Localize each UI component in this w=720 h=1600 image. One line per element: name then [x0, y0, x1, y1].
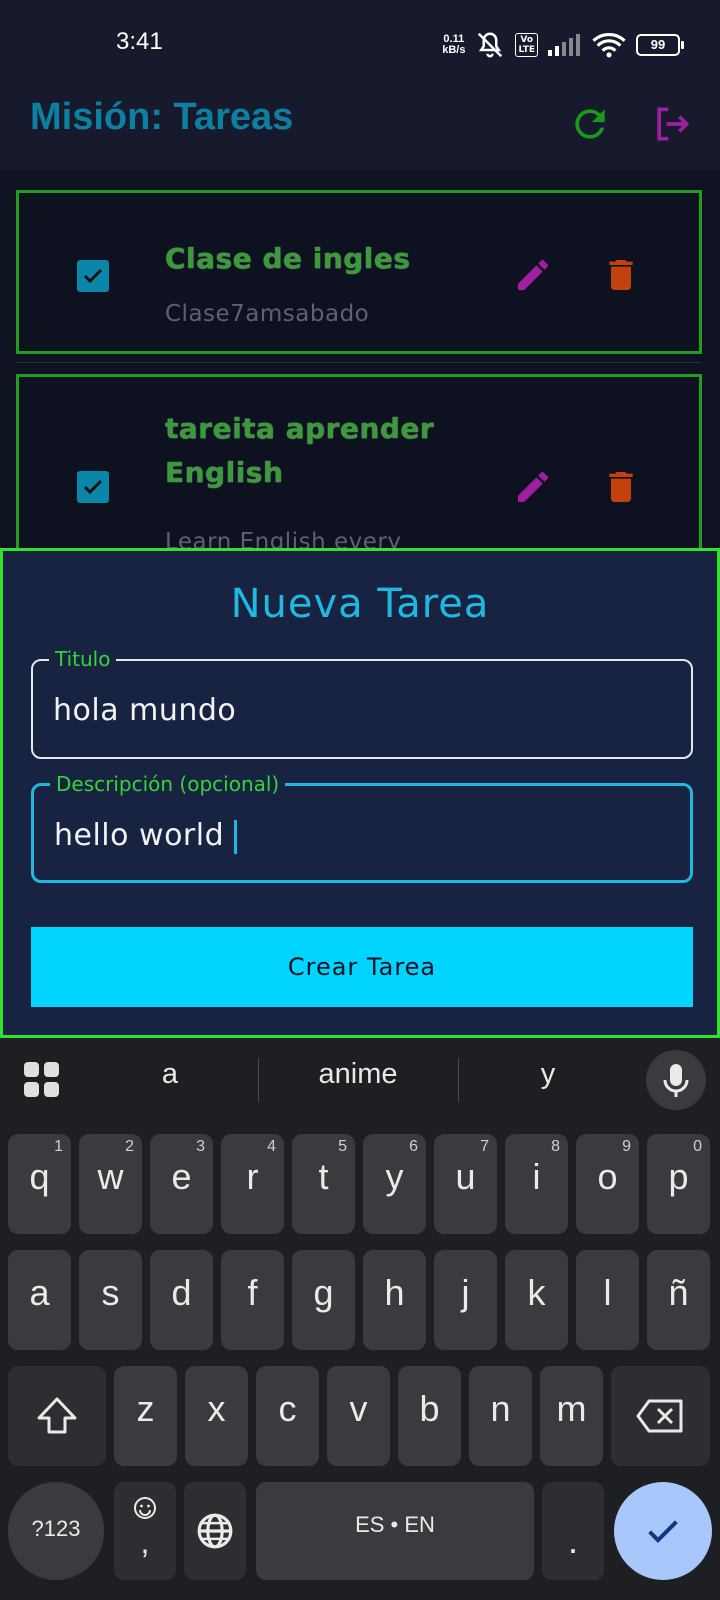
app-bar: Misión: Tareas — [0, 88, 720, 170]
globe-icon — [197, 1513, 233, 1549]
title-field[interactable]: Titulo hola mundo — [31, 647, 693, 759]
apps-grid-icon[interactable] — [24, 1062, 60, 1098]
key-s[interactable]: s — [79, 1250, 142, 1350]
pencil-icon — [518, 259, 549, 290]
description-field-value: hello world — [54, 818, 225, 853]
space-key[interactable]: ES • EN — [256, 1482, 534, 1580]
title-field-label: Titulo — [49, 647, 117, 671]
check-icon — [83, 268, 103, 284]
delete-button[interactable] — [601, 467, 641, 507]
microphone-icon — [663, 1064, 689, 1097]
key-i[interactable]: 8i — [505, 1134, 568, 1234]
language-key[interactable] — [184, 1482, 246, 1580]
task-card[interactable]: tareita aprender English Learn English e… — [16, 374, 702, 574]
wifi-icon — [592, 33, 626, 58]
task-title: Clase de ingles — [165, 242, 411, 275]
task-description: Clase7amsabado — [165, 301, 370, 327]
suggestion[interactable]: anime — [288, 1058, 428, 1091]
description-field[interactable]: Descripción (opcional) hello world — [31, 772, 693, 883]
delete-button[interactable] — [601, 255, 641, 295]
shift-icon — [37, 1397, 77, 1434]
key-v[interactable]: v — [327, 1366, 390, 1466]
description-field-label: Descripción (opcional) — [50, 772, 286, 796]
voice-input-button[interactable] — [646, 1050, 706, 1110]
volte-icon: Vo LTE — [515, 33, 538, 57]
key-x[interactable]: x — [185, 1366, 248, 1466]
checkmark-icon — [648, 1520, 678, 1543]
network-speed: 0.11 kB/s — [442, 33, 466, 56]
task-checkbox[interactable] — [77, 260, 109, 292]
keyboard: a anime y 1q 2w 3e 4r 5t 6y 7u 8i 9o 0p … — [0, 1038, 720, 1600]
status-bar: 3:41 0.11 kB/s Vo LTE 99 — [0, 0, 720, 88]
logout-icon — [657, 107, 690, 141]
suggestion[interactable]: a — [100, 1058, 240, 1091]
logout-button[interactable] — [650, 102, 694, 146]
new-task-panel: Nueva Tarea Titulo hola mundo Descripció… — [0, 548, 720, 1038]
suggestion[interactable]: y — [478, 1058, 618, 1091]
task-card[interactable]: Clase de ingles Clase7amsabado — [16, 190, 702, 354]
key-g[interactable]: g — [292, 1250, 355, 1350]
key-f[interactable]: f — [221, 1250, 284, 1350]
suggestion-bar: a anime y — [0, 1038, 720, 1120]
key-r[interactable]: 4r — [221, 1134, 284, 1234]
key-q[interactable]: 1q — [8, 1134, 71, 1234]
trash-icon — [609, 472, 633, 502]
key-e[interactable]: 3e — [150, 1134, 213, 1234]
key-j[interactable]: j — [434, 1250, 497, 1350]
key-n[interactable]: n — [469, 1366, 532, 1466]
backspace-icon — [636, 1399, 683, 1433]
title-field-value: hola mundo — [53, 693, 237, 728]
create-task-button[interactable]: Crear Tarea — [31, 927, 693, 1007]
key-m[interactable]: m — [540, 1366, 603, 1466]
refresh-button[interactable] — [568, 102, 612, 146]
task-checkbox[interactable] — [77, 471, 109, 503]
key-c[interactable]: c — [256, 1366, 319, 1466]
refresh-icon — [575, 109, 605, 139]
key-p[interactable]: 0p — [647, 1134, 710, 1234]
key-w[interactable]: 2w — [79, 1134, 142, 1234]
symbols-key[interactable]: ?123 — [8, 1482, 104, 1580]
status-icons: 0.11 kB/s Vo LTE 99 — [442, 30, 684, 60]
status-time: 3:41 — [116, 28, 163, 55]
edit-button[interactable] — [513, 467, 553, 507]
key-o[interactable]: 9o — [576, 1134, 639, 1234]
backspace-key[interactable] — [611, 1366, 710, 1466]
key-k[interactable]: k — [505, 1250, 568, 1350]
description-field-value-wrap: hello world — [54, 818, 238, 854]
edit-button[interactable] — [513, 255, 553, 295]
period-key[interactable]: . — [542, 1482, 604, 1580]
key-u[interactable]: 7u — [434, 1134, 497, 1234]
panel-title: Nueva Tarea — [230, 581, 490, 627]
key-n-tilde[interactable]: ñ — [647, 1250, 710, 1350]
trash-icon — [609, 260, 633, 290]
key-l[interactable]: l — [576, 1250, 639, 1350]
page-title: Misión: Tareas — [30, 96, 294, 138]
emoji-comma-key[interactable]: , — [114, 1482, 176, 1580]
key-a[interactable]: a — [8, 1250, 71, 1350]
mute-icon — [478, 32, 503, 58]
task-list: Clase de ingles Clase7amsabado tareita a… — [0, 170, 720, 574]
task-title: tareita aprender English — [165, 412, 435, 489]
check-icon — [83, 479, 103, 495]
emoji-icon — [134, 1497, 156, 1519]
key-h[interactable]: h — [363, 1250, 426, 1350]
battery-icon: 99 — [636, 34, 684, 56]
enter-key[interactable] — [614, 1482, 712, 1580]
signal-icon — [548, 34, 580, 56]
suggestion-divider — [258, 1058, 259, 1102]
key-z[interactable]: z — [114, 1366, 177, 1466]
key-y[interactable]: 6y — [363, 1134, 426, 1234]
shift-key[interactable] — [8, 1366, 106, 1466]
suggestion-divider — [458, 1058, 459, 1102]
text-cursor — [234, 819, 238, 854]
key-d[interactable]: d — [150, 1250, 213, 1350]
divider — [16, 362, 702, 363]
key-t[interactable]: 5t — [292, 1134, 355, 1234]
pencil-icon — [518, 471, 549, 502]
key-b[interactable]: b — [398, 1366, 461, 1466]
